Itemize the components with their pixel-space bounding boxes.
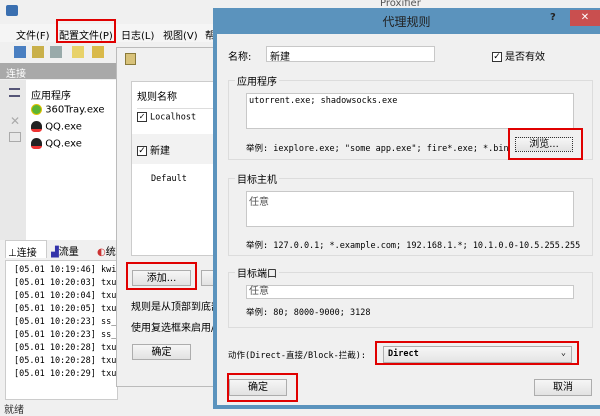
log-line: [05.01 10:20:28] txup	[14, 343, 118, 353]
help-button[interactable]: ?	[550, 12, 556, 23]
tab-connections[interactable]: ⊥连接	[5, 240, 47, 259]
tab-stats[interactable]: ◐统	[97, 243, 116, 258]
tab-traffic[interactable]: ▟流量	[51, 243, 79, 258]
highlight-add-button	[126, 262, 197, 290]
side-icons: ✕	[0, 80, 26, 240]
log-line: [05.01 10:19:46] kwif	[14, 265, 118, 275]
rules-dialog: 规则名称 ✓ Localhost ✓ 新建 Default 添加... 规则是从顶部…	[116, 47, 227, 387]
log-line: [05.01 10:20:23] ss_p	[14, 330, 118, 340]
menu-file[interactable]: 文件(F)	[16, 27, 50, 42]
log-line: [05.01 10:20:28] txup	[14, 356, 118, 366]
window-icon[interactable]	[9, 132, 21, 142]
rule-row[interactable]: Default	[151, 174, 187, 184]
ports-input[interactable]: 任意	[246, 285, 574, 299]
close-button[interactable]: ✕	[570, 10, 600, 26]
dns-icon[interactable]	[50, 46, 62, 58]
log-line: [05.01 10:20:29] txupd.exe - updatecente…	[14, 369, 117, 379]
close-icon[interactable]: ✕	[10, 114, 20, 128]
list-item[interactable]: 360Tray.exe	[31, 104, 105, 116]
name-label: 名称:	[228, 52, 252, 63]
rule-checkbox[interactable]: ✓	[137, 146, 147, 156]
open-profile-icon[interactable]	[92, 46, 104, 58]
log-line: [05.01 10:20:05] txup	[14, 304, 118, 314]
log-line: [05.01 10:20:23] ss_p	[14, 317, 118, 327]
toolbar	[12, 45, 122, 60]
connection-icon[interactable]	[14, 46, 26, 58]
app-list: 应用程序 360Tray.exe QQ.exe QQ.exe	[26, 80, 118, 240]
rules-icon	[125, 53, 136, 65]
hosts-example: 举例: 127.0.0.1; *.example.com; 192.168.1.…	[246, 241, 581, 251]
apps-input[interactable]: utorrent.exe; shadowsocks.exe	[246, 93, 574, 129]
rule-row[interactable]: ✓ 新建	[132, 134, 222, 164]
qq-icon	[31, 138, 42, 149]
list-item[interactable]: QQ.exe	[31, 121, 82, 133]
rules-ok-button[interactable]: 确定	[132, 344, 191, 360]
log-line: [05.01 10:20:03] txup	[14, 278, 118, 288]
ports-group: 目标端口	[228, 265, 593, 328]
list-header: 应用程序	[31, 91, 71, 102]
hint-text-2: 使用复选框来启用/	[131, 323, 215, 334]
action-label: 动作(Direct-直接/Block-拦截):	[228, 351, 366, 361]
360-icon	[31, 104, 42, 115]
hosts-input[interactable]: 任意	[246, 191, 574, 227]
enabled-checkbox[interactable]: ✓ 是否有效	[492, 48, 545, 63]
highlight-browse-button	[508, 128, 583, 160]
hint-text-1: 规则是从顶部到底部	[131, 302, 221, 313]
name-input[interactable]: 新建	[266, 46, 435, 63]
highlight-profile-menu	[56, 19, 116, 43]
app-icon	[6, 5, 18, 16]
tab-bar: ⊥连接 ▟流量 ◐统	[5, 240, 118, 259]
rule-checkbox[interactable]: ✓	[137, 112, 147, 122]
ports-example: 举例: 80; 8000-9000; 3128	[246, 308, 371, 318]
highlight-ok-button	[227, 373, 298, 402]
connections-header: 连接	[0, 63, 118, 80]
apps-example: 举例: iexplore.exe; "some app.exe"; fire*.…	[246, 144, 509, 154]
rule-row[interactable]: ✓ Localhost	[137, 112, 196, 123]
log-line: [05.01 10:20:04] txup	[14, 291, 118, 301]
new-profile-icon[interactable]	[72, 46, 84, 58]
list-item[interactable]: QQ.exe	[31, 138, 82, 150]
highlight-action-select	[375, 341, 579, 365]
log-panel: [05.01 10:19:46] kwif [05.01 10:20:03] t…	[5, 260, 118, 400]
menu-view[interactable]: 视图(V)	[163, 27, 198, 42]
dialog-title: 代理规则	[382, 15, 431, 29]
cancel-button[interactable]: 取消	[534, 379, 592, 396]
list-view-icon[interactable]	[9, 88, 20, 97]
rules-table: 规则名称 ✓ Localhost ✓ 新建 Default	[131, 81, 227, 256]
menu-log[interactable]: 日志(L)	[121, 27, 154, 42]
qq-icon	[31, 121, 42, 132]
rules-icon[interactable]	[32, 46, 44, 58]
